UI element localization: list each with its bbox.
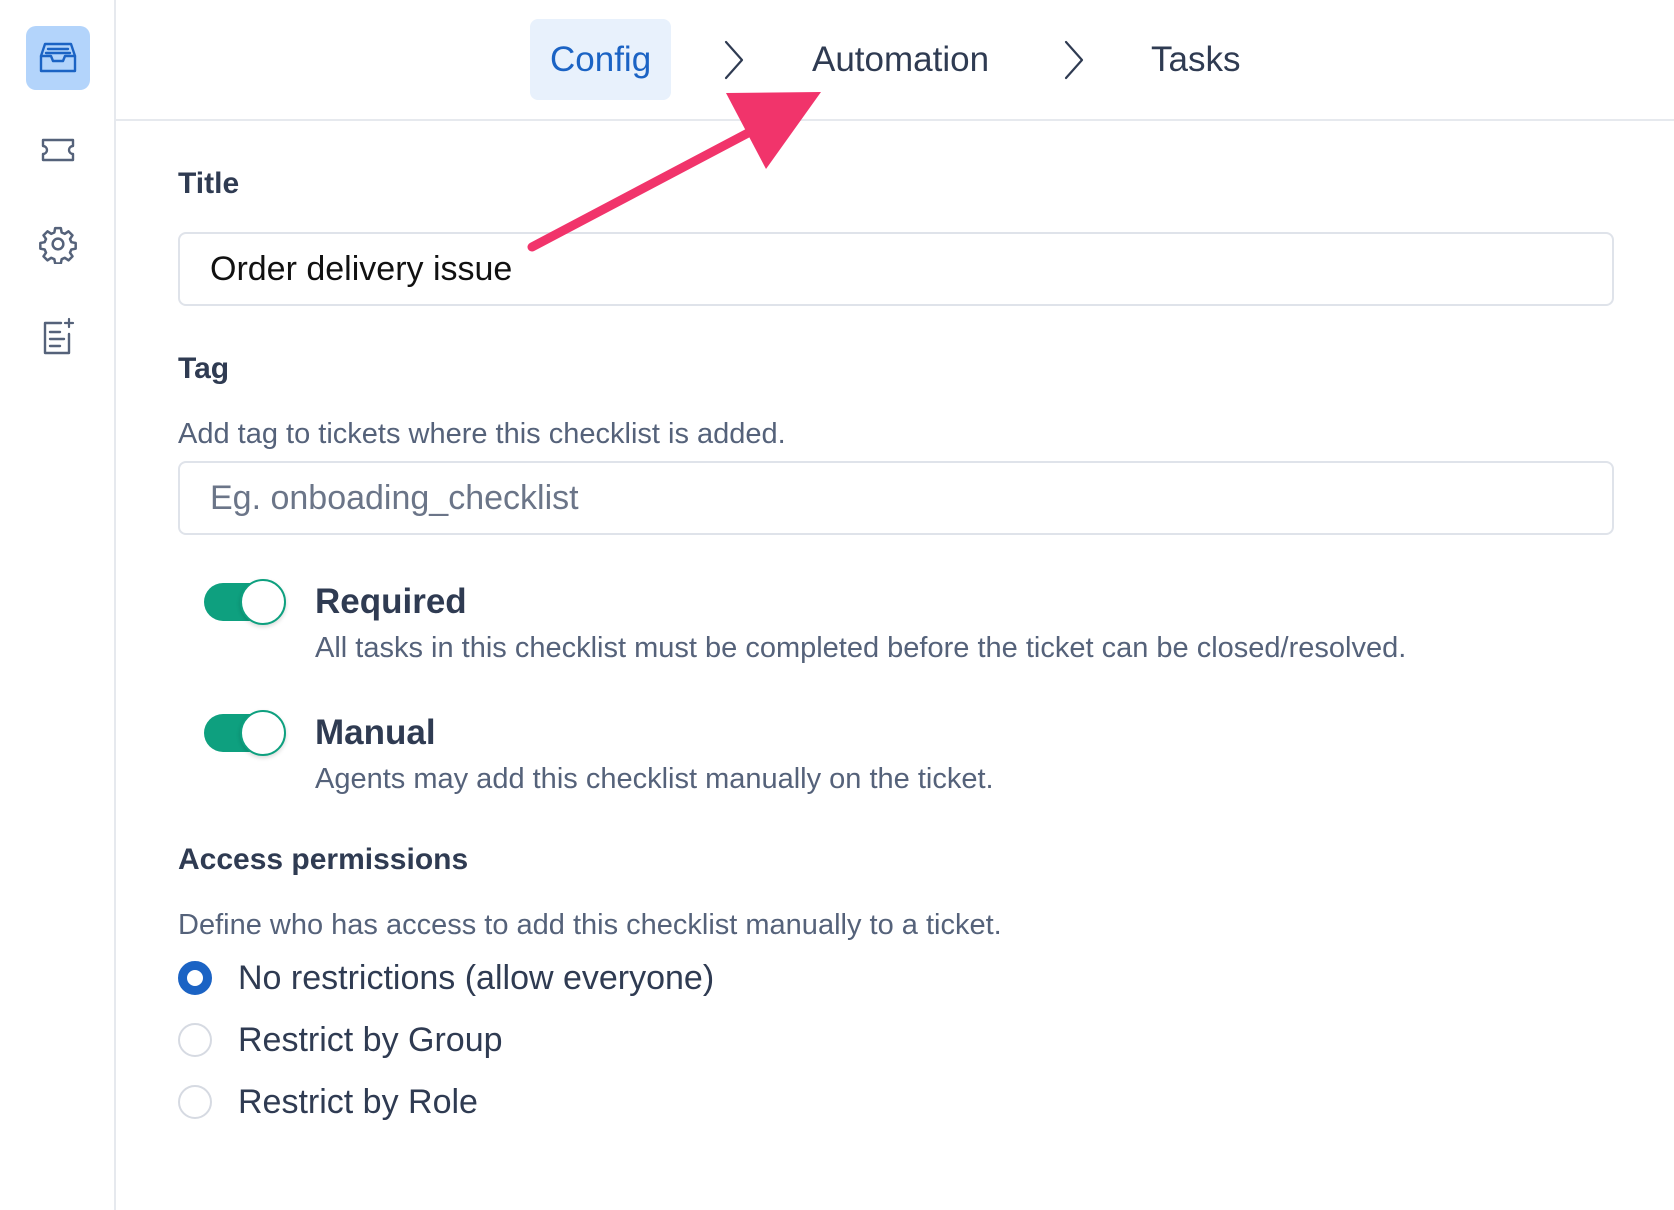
manual-toggle[interactable] xyxy=(204,710,288,756)
title-label: Title xyxy=(178,167,240,200)
access-permissions-label: Access permissions xyxy=(178,843,469,876)
required-description: All tasks in this checklist must be comp… xyxy=(315,632,1407,664)
radio-restrict-by-group[interactable]: Restrict by Group xyxy=(178,1020,503,1060)
required-toggle[interactable] xyxy=(204,579,288,625)
sidebar-item-inbox[interactable] xyxy=(26,26,90,90)
radio-unchecked-icon xyxy=(178,1085,212,1119)
step-config[interactable]: Config xyxy=(530,19,672,100)
radio-label: Restrict by Group xyxy=(238,1020,503,1059)
radio-no-restrictions[interactable]: No restrictions (allow everyone) xyxy=(178,958,714,998)
required-title: Required xyxy=(315,582,467,621)
gear-icon xyxy=(38,224,78,264)
radio-restrict-by-role[interactable]: Restrict by Role xyxy=(178,1082,478,1122)
access-permissions-help: Define who has access to add this checkl… xyxy=(178,909,1002,941)
document-sparkle-icon xyxy=(39,316,77,356)
step-label: Tasks xyxy=(1151,39,1241,79)
step-label: Automation xyxy=(812,39,990,79)
tag-help-text: Add tag to tickets where this checklist … xyxy=(178,418,786,450)
title-input[interactable] xyxy=(178,232,1614,306)
radio-label: Restrict by Role xyxy=(238,1082,478,1121)
radio-label: No restrictions (allow everyone) xyxy=(238,958,715,997)
step-tasks[interactable]: Tasks xyxy=(1151,19,1240,100)
manual-title: Manual xyxy=(315,713,436,752)
tag-input[interactable] xyxy=(178,461,1614,535)
tag-label: Tag xyxy=(178,352,230,385)
chevron-right-icon xyxy=(722,40,746,85)
radio-checked-icon xyxy=(178,961,212,995)
step-automation[interactable]: Automation xyxy=(812,19,989,100)
checklist-config-page: Config Automation Tasks Title Tag Add ta… xyxy=(0,0,1674,1210)
sidebar-item-tickets[interactable] xyxy=(26,118,90,182)
sidebar-item-settings[interactable] xyxy=(26,212,90,276)
toggle-knob xyxy=(240,579,286,625)
sidebar-item-checklists[interactable] xyxy=(26,304,90,368)
ticket-icon xyxy=(41,137,75,163)
manual-description: Agents may add this checklist manually o… xyxy=(315,763,994,795)
inbox-icon xyxy=(38,40,78,76)
sidebar xyxy=(0,0,116,1210)
toggle-knob xyxy=(240,710,286,756)
step-label: Config xyxy=(550,39,652,79)
stepper: Config Automation Tasks xyxy=(116,0,1674,121)
chevron-right-icon xyxy=(1062,40,1086,85)
radio-unchecked-icon xyxy=(178,1023,212,1057)
